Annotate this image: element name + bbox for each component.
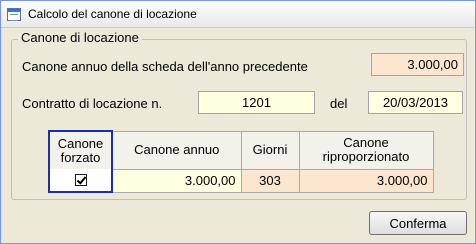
annual-prev-label: Canone annuo della scheda dell'anno prec…: [22, 59, 308, 74]
table-header-row: Canone forzato Canone annuo Giorni Canon…: [48, 130, 434, 170]
contract-date-field[interactable]: 20/03/2013: [368, 91, 463, 114]
confirm-button[interactable]: Conferma: [369, 211, 467, 235]
contract-label: Contratto di locazione n.: [22, 96, 163, 111]
canone-table: Canone forzato Canone annuo Giorni Canon…: [48, 130, 434, 193]
header-giorni[interactable]: Giorni: [240, 130, 300, 170]
date-label: del: [330, 96, 348, 111]
cell-canone-riproporzionato[interactable]: 3.000,00: [298, 168, 434, 193]
table-row: 3.000,00 303 3.000,00: [48, 168, 434, 193]
header-canone-riproporzionato[interactable]: Canone riproporzionato: [298, 130, 434, 170]
forced-checkbox[interactable]: [74, 174, 87, 187]
group-legend: Canone di locazione: [18, 30, 142, 45]
cell-canone-forzato[interactable]: [48, 169, 113, 193]
contract-number-field[interactable]: 1201: [198, 91, 315, 114]
annual-prev-field[interactable]: 3.000,00: [371, 53, 464, 76]
dialog-window: Calcolo del canone di locazione Canone d…: [0, 0, 476, 244]
header-canone-annuo[interactable]: Canone annuo: [111, 130, 242, 170]
cell-canone-annuo[interactable]: 3.000,00: [111, 168, 242, 193]
header-canone-forzato[interactable]: Canone forzato: [48, 130, 113, 169]
window-title: Calcolo del canone di locazione: [28, 7, 197, 21]
title-bar[interactable]: Calcolo del canone di locazione: [1, 1, 475, 28]
cell-giorni[interactable]: 303: [240, 168, 300, 193]
window-app-icon: [7, 8, 21, 21]
